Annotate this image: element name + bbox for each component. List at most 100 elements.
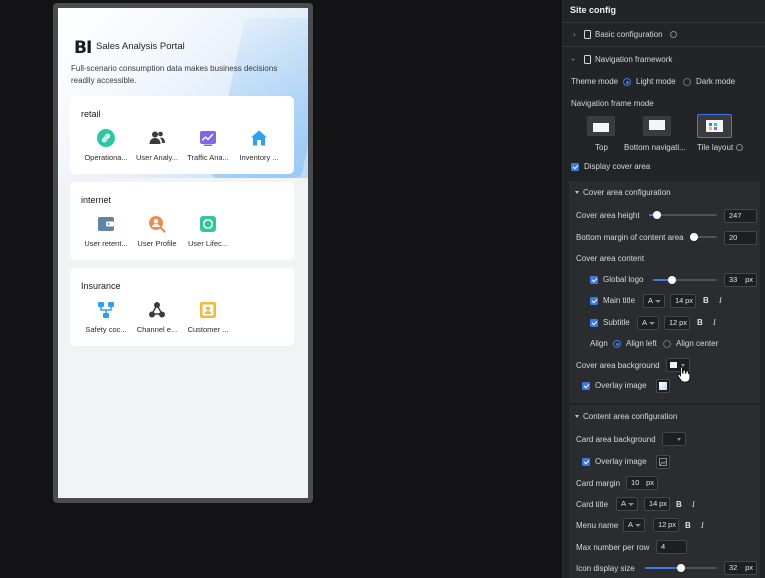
global-logo-slider[interactable] xyxy=(653,276,717,284)
caret-down-icon[interactable] xyxy=(575,191,579,194)
slider-handle[interactable] xyxy=(677,564,685,572)
info-icon[interactable] xyxy=(736,144,743,151)
bold-toggle[interactable]: B xyxy=(685,521,691,530)
light-mode-radio[interactable] xyxy=(623,78,631,86)
italic-toggle[interactable]: I xyxy=(701,521,704,530)
bottom-margin-input[interactable]: 20 xyxy=(724,231,757,245)
users-icon xyxy=(149,131,165,144)
portal-preview-screen: BI Sales Analysis Portal Full-scenario c… xyxy=(58,8,308,498)
caret-down-icon[interactable] xyxy=(575,415,579,418)
main-title-size-input[interactable]: 14 px xyxy=(670,294,696,308)
select-value: A xyxy=(621,499,627,508)
cover-overlay-image-picker[interactable] xyxy=(656,379,670,393)
italic-toggle[interactable]: I xyxy=(713,318,716,327)
card-title-label: Card title xyxy=(576,500,609,509)
subtitle-font-select[interactable]: A xyxy=(637,316,659,330)
home-icon xyxy=(251,130,267,146)
slider-handle[interactable] xyxy=(689,233,698,241)
caret-down-icon xyxy=(635,524,641,527)
hand-cursor-icon xyxy=(677,366,691,383)
icon-size-label: Icon display size xyxy=(576,564,635,573)
cover-overlay-image-checkbox[interactable] xyxy=(582,382,590,390)
menu-item[interactable]: User retent... xyxy=(80,215,132,248)
portal-subtitle: Full-scenario consumption data makes bus… xyxy=(71,64,278,85)
card-title: retail xyxy=(81,109,101,119)
menu-name: Channel e... xyxy=(136,325,178,334)
align-center-radio[interactable] xyxy=(663,340,671,348)
card-title-font-select[interactable]: A xyxy=(616,497,638,511)
menu-item[interactable]: User Profile xyxy=(131,215,183,248)
global-logo-size-input[interactable]: 33 px xyxy=(724,273,757,287)
divider xyxy=(563,22,765,23)
card-title-size-input[interactable]: 14 px xyxy=(644,497,670,511)
subtitle-size-input[interactable]: 12 px xyxy=(664,316,690,330)
select-value: A xyxy=(648,296,654,305)
main-title-label: Main title xyxy=(603,296,636,305)
unit: px xyxy=(679,318,687,327)
caret-down-icon xyxy=(628,503,634,506)
icon-size-input[interactable]: 32 px xyxy=(724,561,757,575)
select-value: A xyxy=(642,318,648,327)
card-overlay-image-picker[interactable] xyxy=(656,455,670,469)
bold-toggle[interactable]: B xyxy=(697,318,703,327)
align-center-label: Align center xyxy=(676,339,719,348)
main-title-font-select[interactable]: A xyxy=(643,294,665,308)
slider-fill xyxy=(645,567,681,569)
user-search-icon xyxy=(149,216,166,233)
menu-item[interactable]: Traffic Ana... xyxy=(182,129,234,162)
cover-height-slider[interactable] xyxy=(649,211,717,219)
italic-toggle[interactable]: I xyxy=(692,500,695,509)
value: 32 xyxy=(729,563,738,572)
unit: px xyxy=(668,520,676,529)
dark-mode-label: Dark mode xyxy=(696,77,736,86)
global-logo: BI xyxy=(74,38,92,58)
bottom-margin-slider[interactable] xyxy=(689,233,717,241)
cover-overlay-image-label: Overlay image xyxy=(595,381,647,390)
value: 12 xyxy=(669,318,678,327)
menu-name: Safety coc... xyxy=(85,325,127,334)
main-title-checkbox[interactable] xyxy=(590,297,598,305)
align-left-radio[interactable] xyxy=(613,340,621,348)
site-config-panel: Site config › Basic configuration › Navi… xyxy=(562,0,765,578)
italic-toggle[interactable]: I xyxy=(719,296,722,305)
bold-toggle[interactable]: B xyxy=(703,296,709,305)
menu-name: User Profile xyxy=(137,239,177,248)
unit: px xyxy=(745,563,753,572)
network-icon xyxy=(149,302,165,318)
info-icon[interactable] xyxy=(670,31,677,38)
menu-item[interactable]: Channel e... xyxy=(131,301,183,334)
card-margin-input[interactable]: 10 px xyxy=(626,476,658,490)
top-layout-thumbnail xyxy=(587,116,615,136)
caret-down-icon xyxy=(677,438,681,441)
menu-item[interactable]: Customer ... xyxy=(182,301,234,334)
portal-main-title: Sales Analysis Portal xyxy=(96,41,185,52)
icon-size-slider[interactable] xyxy=(645,564,717,572)
unit: px xyxy=(685,296,693,305)
menu-name-size-input[interactable]: 12 px xyxy=(653,518,679,532)
menu-name-font-select[interactable]: A xyxy=(623,518,645,532)
global-logo-checkbox[interactable] xyxy=(590,276,598,284)
dark-mode-radio[interactable] xyxy=(683,78,691,86)
menu-item[interactable]: Inventory ... xyxy=(233,129,285,162)
menu-card-internet: internet User retent... User Profile Use… xyxy=(70,182,294,260)
display-cover-area-label: Display cover area xyxy=(584,162,651,171)
menu-item[interactable]: User Analy... xyxy=(131,129,183,162)
cover-height-input[interactable]: 247 xyxy=(724,209,757,223)
value: 14 xyxy=(649,499,658,508)
menu-item[interactable]: Operationa... xyxy=(80,129,132,162)
menu-card-retail: retail Operationa... User Analy... Traff… xyxy=(70,96,294,174)
menu-item[interactable]: Safety coc... xyxy=(80,301,132,334)
card-overlay-image-checkbox[interactable] xyxy=(582,458,590,466)
wallet-icon xyxy=(98,217,114,231)
display-cover-area-checkbox[interactable] xyxy=(571,163,579,171)
menu-row: Operationa... User Analy... Traffic Ana.… xyxy=(70,129,294,169)
image-thumbnail xyxy=(659,382,667,390)
value: 33 xyxy=(729,275,738,284)
section-label: Basic configuration xyxy=(595,30,663,39)
subtitle-checkbox[interactable] xyxy=(590,319,598,327)
image-icon xyxy=(659,458,667,466)
card-background-color-picker[interactable] xyxy=(662,432,686,446)
menu-item[interactable]: User Lifec... xyxy=(182,215,234,248)
bold-toggle[interactable]: B xyxy=(676,500,682,509)
max-per-row-input[interactable]: 4 xyxy=(656,540,687,554)
